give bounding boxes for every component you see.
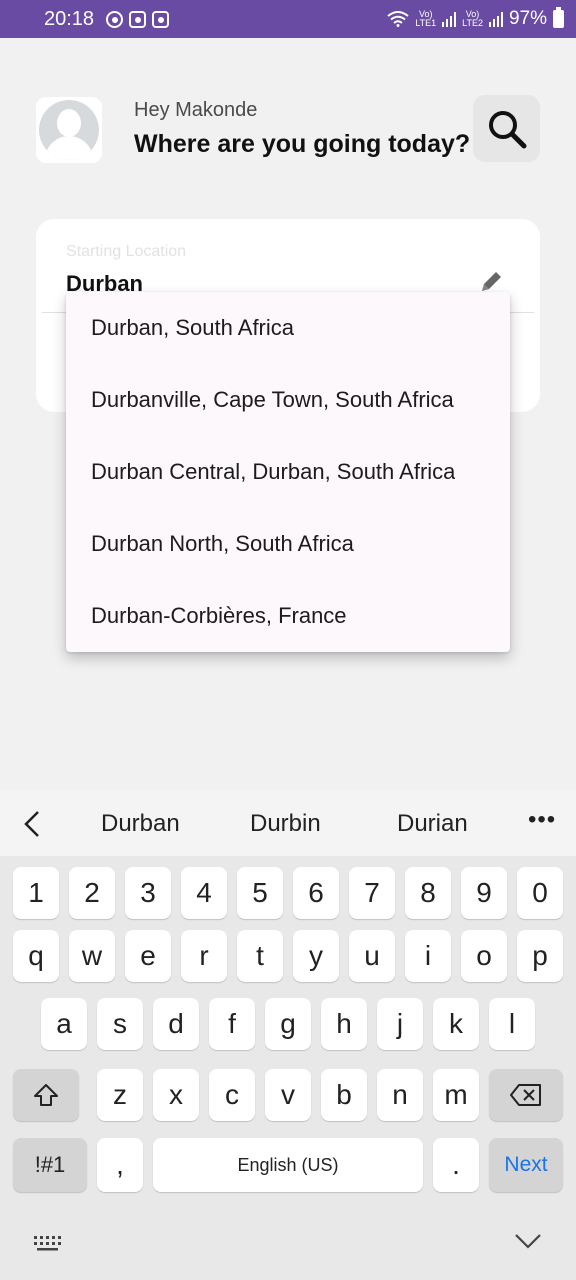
key[interactable]: t [237,930,283,982]
backspace-icon [510,1084,541,1106]
status-time: 20:18 [44,8,95,30]
key[interactable]: f [209,998,255,1050]
dropdown-item[interactable]: Durban, South Africa [66,292,510,364]
key[interactable]: 6 [293,867,339,919]
key[interactable]: z [97,1069,143,1121]
key[interactable]: b [321,1069,367,1121]
key[interactable]: p [517,930,563,982]
suggestion-word[interactable]: Durban [101,810,180,838]
status-notification-icons [106,11,169,28]
key[interactable]: n [377,1069,423,1121]
starting-location-label: Starting Location [66,243,187,260]
space-key[interactable]: English (US) [153,1138,423,1192]
search-icon [488,110,526,148]
key[interactable]: 0 [517,867,563,919]
next-key[interactable]: Next [489,1138,563,1192]
key[interactable]: q [13,930,59,982]
lte1-label: Vo) LTE1 [415,9,437,28]
key[interactable]: i [405,930,451,982]
dropdown-item[interactable]: Durban Central, Durban, South Africa [66,436,510,508]
avatar[interactable] [36,97,102,163]
key[interactable]: g [265,998,311,1050]
key[interactable]: 4 [181,867,227,919]
chevron-left-icon[interactable] [20,810,46,838]
lte2-label: Vo) LTE2 [462,9,483,28]
key[interactable]: a [41,998,87,1050]
symbols-key[interactable]: !#1 [13,1138,87,1192]
key[interactable]: j [377,998,423,1050]
key[interactable]: k [433,998,479,1050]
more-options-icon[interactable]: ••• [528,806,556,834]
shift-key[interactable] [13,1069,79,1121]
app-notification-icon [152,11,169,28]
dropdown-item[interactable]: Durban-Corbières, France [66,580,510,652]
key[interactable]: 1 [13,867,59,919]
key[interactable]: 7 [349,867,395,919]
chevron-down-icon[interactable] [514,1232,542,1250]
key[interactable]: 8 [405,867,451,919]
gallery-notification-icon [129,11,146,28]
keyboard-icon[interactable] [34,1236,64,1252]
key[interactable]: l [489,998,535,1050]
key[interactable]: r [181,930,227,982]
keyboard: 1 2 3 4 5 6 7 8 9 0 q w e r t y u i o p … [0,856,576,1280]
location-suggestions-dropdown: Durban, South Africa Durbanville, Cape T… [66,292,510,652]
dropdown-item[interactable]: Durban North, South Africa [66,508,510,580]
key[interactable]: m [433,1069,479,1121]
search-button[interactable] [473,95,540,162]
key[interactable]: 5 [237,867,283,919]
key[interactable]: u [349,930,395,982]
comma-key[interactable]: , [97,1138,143,1192]
greeting-text: Hey Makonde [134,99,258,121]
avatar-placeholder-icon [39,100,99,160]
key[interactable]: h [321,998,367,1050]
backspace-key[interactable] [489,1069,563,1121]
key[interactable]: w [69,930,115,982]
key[interactable]: c [209,1069,255,1121]
signal-2-icon [488,11,503,27]
settings-notification-icon [106,11,123,28]
battery-percent: 97% [508,8,547,29]
shift-icon [34,1084,58,1106]
status-system-icons: Vo) LTE1 Vo) LTE2 97% [387,7,564,30]
page-title: Where are you going today? [134,130,471,158]
signal-1-icon [442,11,457,27]
key[interactable]: y [293,930,339,982]
key[interactable]: s [97,998,143,1050]
suggestion-word[interactable]: Durian [397,810,468,838]
wifi-icon [387,11,409,27]
status-bar: 20:18 Vo) LTE1 Vo) LTE2 97% [0,0,576,38]
key[interactable]: e [125,930,171,982]
key[interactable]: 2 [69,867,115,919]
key[interactable]: o [461,930,507,982]
keyboard-suggestion-bar: Durban Durbin Durian ••• [0,790,576,856]
key[interactable]: v [265,1069,311,1121]
dropdown-item[interactable]: Durbanville, Cape Town, South Africa [66,364,510,436]
key[interactable]: d [153,998,199,1050]
key[interactable]: 3 [125,867,171,919]
key[interactable]: 9 [461,867,507,919]
key[interactable]: x [153,1069,199,1121]
suggestion-word[interactable]: Durbin [250,810,321,838]
battery-icon [553,7,564,28]
period-key[interactable]: . [433,1138,479,1192]
